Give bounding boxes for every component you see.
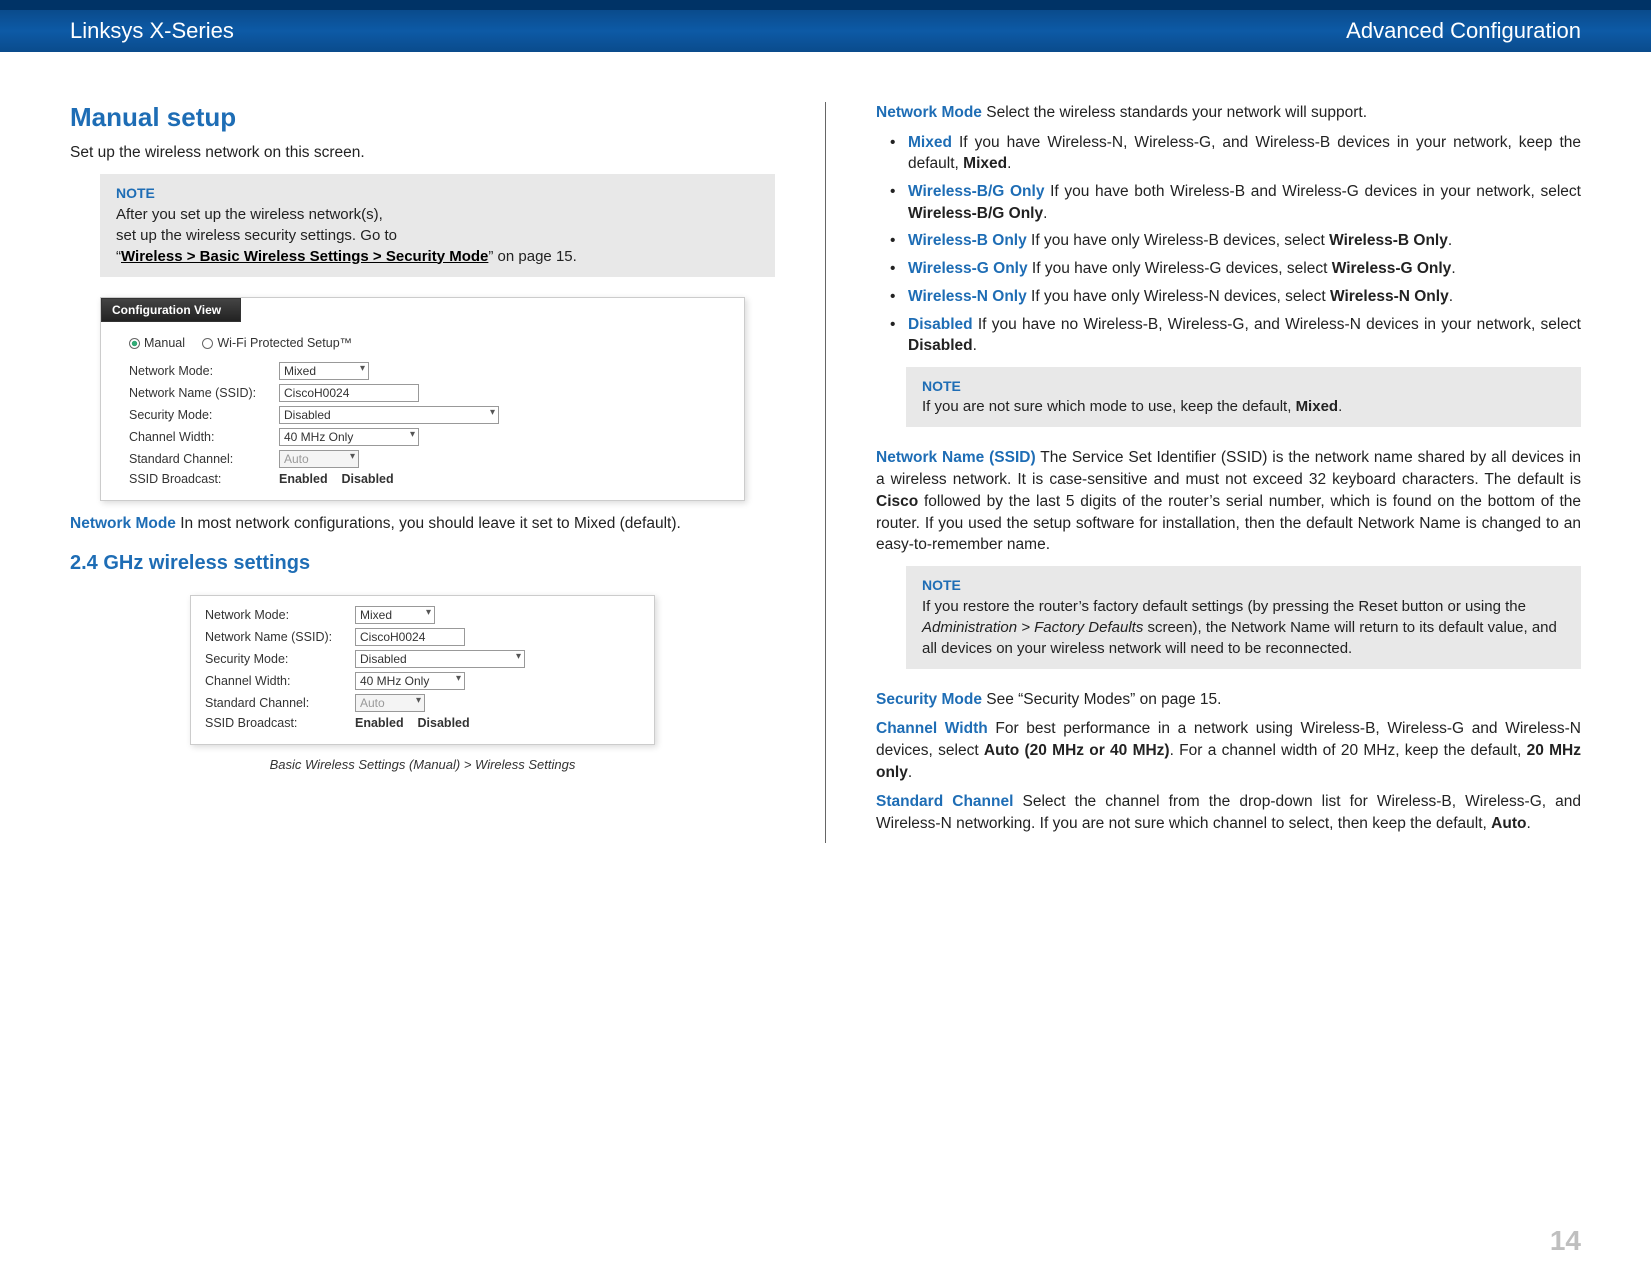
- label-channel-width: Channel Width:: [129, 430, 279, 444]
- radio-wps-label: Wi-Fi Protected Setup™: [217, 336, 352, 350]
- mode-bg-only: Wireless-B/G Only If you have both Wirel…: [890, 181, 1581, 224]
- cw-after: .: [908, 764, 912, 781]
- note-title-3: NOTE: [922, 576, 1565, 596]
- cw-bold1: Auto (20 MHz or 40 MHz): [984, 742, 1170, 759]
- note-line1: After you set up the wireless network(s)…: [116, 204, 759, 225]
- radio-bcast-disabled-label: Disabled: [342, 472, 394, 486]
- label2-standard-channel: Standard Channel:: [205, 696, 355, 710]
- label-security-mode: Security Mode:: [129, 408, 279, 422]
- header-section: Advanced Configuration: [1346, 18, 1581, 44]
- page-number: 14: [1550, 1225, 1581, 1257]
- select2-channel-width[interactable]: 40 MHz Only: [355, 672, 465, 690]
- network-mode-leftpara: Network Mode In most network configurati…: [70, 513, 775, 535]
- radio-manual[interactable]: [129, 338, 140, 349]
- cw-term: Channel Width: [876, 720, 988, 737]
- note-after-setup: NOTE After you set up the wireless netwo…: [100, 174, 775, 277]
- sc-bold: Auto: [1491, 815, 1526, 832]
- mode-disabled: Disabled If you have no Wireless-B, Wire…: [890, 314, 1581, 357]
- radio-bcast-enabled-label: Enabled: [279, 472, 328, 486]
- note-title: NOTE: [116, 184, 759, 204]
- ssid-term: Network Name (SSID): [876, 449, 1036, 466]
- sc-after: .: [1526, 815, 1530, 832]
- label2-ssid-broadcast: SSID Broadcast:: [205, 716, 355, 730]
- note-line2: set up the wireless security settings. G…: [116, 225, 759, 246]
- security-text: See “Security Modes” on page 15.: [982, 691, 1222, 708]
- radio-manual-label: Manual: [144, 336, 185, 350]
- select-standard-channel[interactable]: Auto: [279, 450, 359, 468]
- note-factory-reset: NOTE If you restore the router’s factory…: [906, 566, 1581, 669]
- network-mode-options: Mixed If you have Wireless-N, Wireless-G…: [876, 132, 1581, 357]
- select-network-mode[interactable]: Mixed: [279, 362, 369, 380]
- select2-security-mode[interactable]: Disabled: [355, 650, 525, 668]
- cw-text2: . For a channel width of 20 MHz, keep th…: [1170, 742, 1527, 759]
- wireless-settings-screenshot: Network Mode:Mixed Network Name (SSID):C…: [190, 595, 655, 745]
- note-quote-close: ” on page 15.: [488, 248, 576, 265]
- note-body-2: If you are not sure which mode to use, k…: [922, 396, 1565, 417]
- sc-term: Standard Channel: [876, 793, 1013, 810]
- label2-network-mode: Network Mode:: [205, 608, 355, 622]
- label-network-mode: Network Mode:: [129, 364, 279, 378]
- channel-width-para: Channel Width For best performance in a …: [876, 718, 1581, 783]
- link-security-mode[interactable]: Wireless > Basic Wireless Settings > Sec…: [121, 248, 488, 265]
- note-body-3: If you restore the router’s factory defa…: [922, 596, 1565, 659]
- select2-standard-channel[interactable]: Auto: [355, 694, 425, 712]
- network-mode-text-r: Select the wireless standards your netwo…: [982, 104, 1367, 121]
- mode-n-only: Wireless-N Only If you have only Wireles…: [890, 286, 1581, 308]
- label2-channel-width: Channel Width:: [205, 674, 355, 688]
- standard-channel-para: Standard Channel Select the channel from…: [876, 791, 1581, 834]
- note-title-2: NOTE: [922, 377, 1565, 397]
- label-standard-channel: Standard Channel:: [129, 452, 279, 466]
- mode-g-only: Wireless-G Only If you have only Wireles…: [890, 258, 1581, 280]
- ssid-bold: Cisco: [876, 493, 918, 510]
- radio-wps[interactable]: [202, 338, 213, 349]
- right-column: Network Mode Select the wireless standar…: [876, 102, 1581, 843]
- input2-ssid[interactable]: CiscoH0024: [355, 628, 465, 646]
- label-ssid: Network Name (SSID):: [129, 386, 279, 400]
- manual-setup-intro: Set up the wireless network on this scre…: [70, 143, 775, 164]
- security-mode-para: Security Mode See “Security Modes” on pa…: [876, 689, 1581, 711]
- note-default-mixed: NOTE If you are not sure which mode to u…: [906, 367, 1581, 428]
- label-ssid-broadcast: SSID Broadcast:: [129, 472, 279, 486]
- radio2-bcast-enabled-label: Enabled: [355, 716, 404, 730]
- select-security-mode[interactable]: Disabled: [279, 406, 499, 424]
- manual-setup-heading: Manual setup: [70, 102, 775, 133]
- figure-caption: Basic Wireless Settings (Manual) > Wirel…: [70, 757, 775, 772]
- config-view-tab: Configuration View: [101, 298, 241, 322]
- config-radio-row: Manual Wi-Fi Protected Setup™: [129, 336, 726, 350]
- network-mode-para: Network Mode Select the wireless standar…: [876, 102, 1581, 124]
- select2-network-mode[interactable]: Mixed: [355, 606, 435, 624]
- label2-ssid: Network Name (SSID):: [205, 630, 355, 644]
- config-view-screenshot: Configuration View Manual Wi-Fi Protecte…: [100, 297, 745, 501]
- header-product: Linksys X-Series: [70, 18, 234, 44]
- label2-security-mode: Security Mode:: [205, 652, 355, 666]
- radio2-bcast-disabled-label: Disabled: [418, 716, 470, 730]
- note-line3: “Wireless > Basic Wireless Settings > Se…: [116, 246, 759, 267]
- column-divider: [825, 102, 826, 843]
- network-mode-term: Network Mode: [70, 515, 176, 532]
- wireless-24ghz-heading: 2.4 GHz wireless settings: [70, 552, 775, 575]
- page-header: Linksys X-Series Advanced Configuration: [0, 0, 1651, 52]
- input-ssid[interactable]: CiscoH0024: [279, 384, 419, 402]
- mode-mixed: Mixed If you have Wireless-N, Wireless-G…: [890, 132, 1581, 175]
- ssid-para: Network Name (SSID) The Service Set Iden…: [876, 447, 1581, 555]
- network-mode-text: In most network configurations, you shou…: [176, 515, 681, 532]
- left-column: Manual setup Set up the wireless network…: [70, 102, 775, 843]
- mode-b-only: Wireless-B Only If you have only Wireles…: [890, 230, 1581, 252]
- security-term: Security Mode: [876, 691, 982, 708]
- ssid-text2: followed by the last 5 digits of the rou…: [876, 493, 1581, 553]
- select-channel-width[interactable]: 40 MHz Only: [279, 428, 419, 446]
- network-mode-term-r: Network Mode: [876, 104, 982, 121]
- content-columns: Manual setup Set up the wireless network…: [0, 52, 1651, 843]
